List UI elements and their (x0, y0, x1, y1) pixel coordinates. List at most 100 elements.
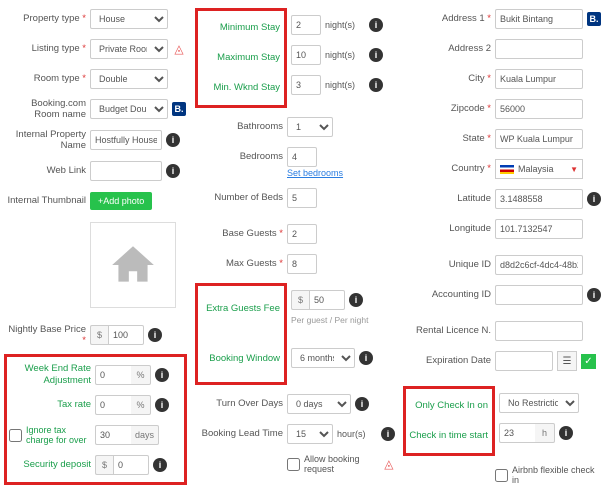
uid-label: Unique ID (403, 259, 491, 270)
country-value[interactable]: Malaysia (518, 164, 566, 174)
zip-input[interactable] (495, 99, 583, 119)
tax-rate-input[interactable] (95, 395, 131, 415)
info-icon[interactable]: i (155, 398, 169, 412)
info-icon[interactable]: i (587, 192, 601, 206)
info-icon[interactable]: i (369, 48, 383, 62)
base-guests-label: Base Guests (195, 228, 283, 239)
max-guests-input[interactable] (287, 254, 317, 274)
min-wknd-label: Min. Wknd Stay (200, 82, 280, 93)
listing-type-label: Listing type (4, 43, 86, 54)
info-icon[interactable]: i (355, 397, 369, 411)
base-price-input[interactable] (108, 325, 144, 345)
addr2-input[interactable] (495, 39, 583, 59)
listing-type-select[interactable]: Private Room (90, 39, 168, 59)
exp-input[interactable] (495, 351, 553, 371)
acct-label: Accounting ID (403, 289, 491, 300)
only-checkin-select[interactable]: No Restrictions (499, 393, 579, 413)
property-type-select[interactable]: House (90, 9, 168, 29)
info-icon[interactable]: i (381, 427, 395, 441)
zip-label: Zipcode (403, 103, 491, 114)
max-stay-input[interactable] (291, 45, 321, 65)
turnover-select[interactable]: 0 days (287, 394, 351, 414)
weekend-rate-input[interactable] (95, 365, 131, 385)
lat-input[interactable] (495, 189, 583, 209)
info-icon[interactable]: i (587, 288, 601, 302)
internal-name-label: Internal Property Name (4, 129, 86, 152)
city-input[interactable] (495, 69, 583, 89)
flexible-checkin-checkbox[interactable] (495, 469, 508, 482)
lead-time-select[interactable]: 15 (287, 424, 333, 444)
bedrooms-input (287, 147, 317, 167)
extra-fee-sub: Per guest / Per night (291, 315, 373, 325)
extra-fee-input[interactable] (309, 290, 345, 310)
nights-unit: night(s) (325, 80, 365, 90)
min-wknd-input[interactable] (291, 75, 321, 95)
info-icon[interactable]: i (559, 426, 573, 440)
max-stay-label: Maximum Stay (200, 52, 280, 63)
addr1-input[interactable] (495, 9, 583, 29)
city-label: City (403, 73, 491, 84)
exp-label: Expiration Date (403, 355, 491, 366)
info-icon[interactable]: i (148, 328, 162, 342)
lat-label: Latitude (403, 193, 491, 204)
info-icon[interactable]: i (166, 164, 180, 178)
lead-time-label: Booking Lead Time (195, 428, 283, 439)
state-label: State (403, 133, 491, 144)
check-icon[interactable]: ✓ (581, 354, 596, 369)
acct-input[interactable] (495, 285, 583, 305)
max-guests-label: Max Guests (195, 258, 283, 269)
chevron-down-icon[interactable]: ▼ (570, 165, 578, 174)
flag-icon (500, 165, 514, 174)
add-photo-button[interactable]: +Add photo (90, 192, 152, 210)
hour-suffix: h (535, 423, 555, 443)
highlight-box-checkin: Only Check In on Check in time start (403, 386, 495, 456)
checkin-start-input[interactable] (499, 423, 535, 443)
hours-unit: hour(s) (337, 429, 377, 439)
licence-label: Rental Licence N. (403, 325, 491, 336)
deposit-label: Security deposit (9, 459, 91, 470)
bathrooms-select[interactable]: 1 (287, 117, 333, 137)
info-icon[interactable]: i (166, 133, 180, 147)
info-icon[interactable]: i (155, 368, 169, 382)
allow-booking-label: Allow booking request (304, 454, 379, 474)
set-bedrooms-link[interactable]: Set bedrooms (287, 168, 343, 178)
addr2-label: Address 2 (403, 43, 491, 54)
currency-prefix: $ (95, 455, 113, 475)
bedrooms-label: Bedrooms (195, 151, 283, 162)
bookingcom-icon: B. (172, 102, 186, 116)
bookingcom-icon: B. (587, 12, 601, 26)
country-label: Country (403, 163, 491, 174)
info-icon[interactable]: i (153, 458, 167, 472)
highlight-box-stay: Minimum Stay Maximum Stay Min. Wknd Stay (195, 8, 287, 108)
booking-name-label: Booking.com Room name (4, 98, 86, 121)
licence-input[interactable] (495, 321, 583, 341)
info-icon[interactable]: i (369, 78, 383, 92)
highlight-box-booking: Extra Guests Fee Booking Window (195, 283, 287, 385)
property-type-label: Property type (4, 13, 86, 24)
only-checkin-label: Only Check In on (408, 400, 488, 411)
thumbnail-label: Internal Thumbnail (4, 195, 86, 206)
booking-window-select[interactable]: 6 months (291, 348, 355, 368)
currency-prefix: $ (291, 290, 309, 310)
internal-name-input[interactable] (90, 130, 162, 150)
ignore-tax-days-input[interactable] (95, 425, 131, 445)
booking-name-select[interactable]: Budget Double Rc (90, 99, 168, 119)
ignore-tax-checkbox[interactable] (9, 429, 22, 442)
percent-suffix: % (131, 395, 151, 415)
info-icon[interactable]: i (349, 293, 363, 307)
room-type-select[interactable]: Double (90, 69, 168, 89)
weblink-input[interactable] (90, 161, 162, 181)
allow-booking-checkbox[interactable] (287, 458, 300, 471)
weblink-label: Web Link (4, 165, 86, 176)
info-icon[interactable]: i (359, 351, 373, 365)
state-input[interactable] (495, 129, 583, 149)
base-guests-input[interactable] (287, 224, 317, 244)
min-stay-input[interactable] (291, 15, 321, 35)
deposit-input[interactable] (113, 455, 149, 475)
lon-input[interactable] (495, 219, 583, 239)
min-stay-label: Minimum Stay (200, 22, 280, 33)
percent-suffix: % (131, 365, 151, 385)
info-icon[interactable]: i (369, 18, 383, 32)
calendar-icon[interactable]: ☰ (557, 351, 577, 371)
weekend-rate-label: Week End Rate Adjustment (9, 363, 91, 386)
